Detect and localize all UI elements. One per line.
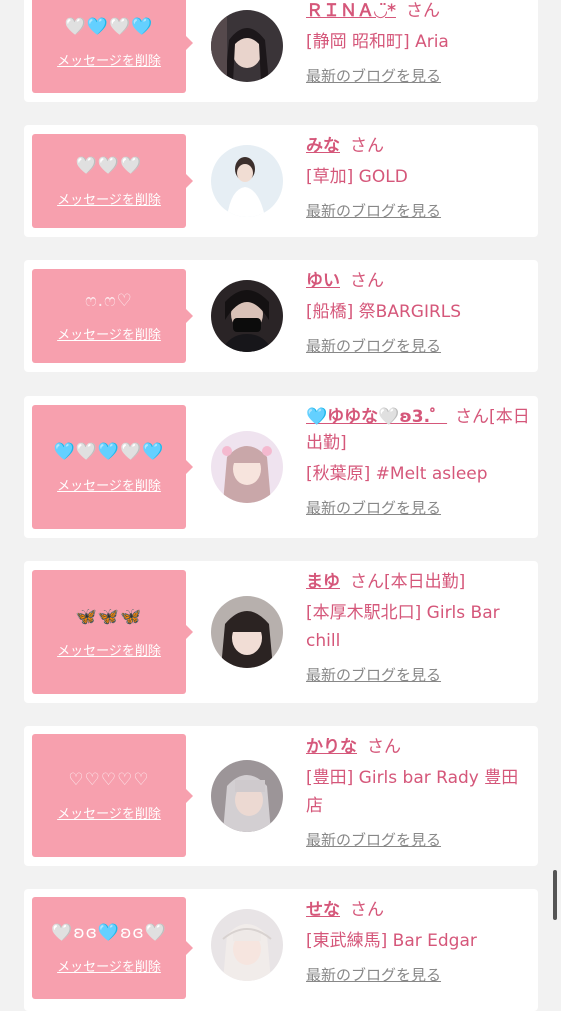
- shop-name: [豊田] Girls bar Rady 豊田店: [306, 768, 519, 816]
- message-bubble: 🦋🦋🦋 メッセージを削除: [32, 570, 193, 694]
- shop-name: [静岡 昭和町] Aria: [306, 32, 449, 52]
- latest-blog-link[interactable]: 最新のブログを見る: [306, 335, 441, 357]
- message-bubble: 🤍🤍🤍 メッセージを削除: [32, 134, 193, 228]
- girl-name-link[interactable]: せな: [306, 900, 340, 920]
- list-item: 🤍ʚɞ🩵ʚɞ🤍 メッセージを削除 せな さん [東武練馬] Bar Edgar 最…: [24, 889, 538, 1011]
- entry-info: せな さん [東武練馬] Bar Edgar 最新のブログを見る: [306, 897, 532, 986]
- girl-name-link[interactable]: みな: [306, 136, 340, 156]
- message-text: 🤍🩵🤍🩵: [64, 17, 154, 37]
- shop-name: [船橋] 祭BARGIRLS: [306, 302, 462, 322]
- message-text: 🤍ʚɞ🩵ʚɞ🤍: [51, 922, 167, 943]
- message-text: 🦋🦋🦋: [75, 606, 143, 627]
- entry-info: まゆ さん[本日出勤] [本厚木駅北口] Girls Bar chill 最新のブ…: [306, 569, 532, 686]
- list-item: ♡♡♡♡♡ メッセージを削除 かりな さん [豊田] Girls bar Rady…: [24, 726, 538, 866]
- girl-name-link[interactable]: ＲＩＮＡ◡̈*: [306, 1, 396, 21]
- entry-info: みな さん [草加] GOLD 最新のブログを見る: [306, 133, 532, 222]
- message-bubble: 🤍🩵🤍🩵 メッセージを削除: [32, 0, 193, 93]
- scrollbar[interactable]: [553, 870, 557, 920]
- girl-name-link[interactable]: ゆい: [306, 271, 340, 291]
- list-item: ෆ.ෆ♡ メッセージを削除 ゆい さん [船橋] 祭BARGIRLS 最新のブログ…: [24, 260, 538, 372]
- message-text: ♡♡♡♡♡: [68, 770, 150, 790]
- delete-message-link[interactable]: メッセージを削除: [57, 640, 161, 659]
- delete-message-link[interactable]: メッセージを削除: [57, 956, 161, 975]
- list-item: 🦋🦋🦋 メッセージを削除 まゆ さん[本日出勤] [本厚木駅北口] Girls B…: [24, 561, 538, 703]
- delete-message-link[interactable]: メッセージを削除: [57, 50, 161, 69]
- message-text: 🤍🤍🤍: [75, 155, 143, 176]
- girl-name-link[interactable]: 🩵ゆゆな🤍ʚ3.゜: [306, 407, 447, 427]
- girl-name-link[interactable]: まゆ: [306, 572, 340, 592]
- message-text: 🩵🤍🩵🤍🩵: [53, 441, 165, 462]
- entry-info: 🩵ゆゆな🤍ʚ3.゜ さん[本日出勤] [秋葉原] #Melt asleep 最新の…: [306, 404, 532, 519]
- avatar[interactable]: [211, 596, 283, 668]
- latest-blog-link[interactable]: 最新のブログを見る: [306, 664, 441, 686]
- shop-name: [秋葉原] #Melt asleep: [306, 464, 488, 484]
- delete-message-link[interactable]: メッセージを削除: [57, 324, 161, 343]
- delete-message-link[interactable]: メッセージを削除: [57, 803, 161, 822]
- delete-message-link[interactable]: メッセージを削除: [57, 475, 161, 494]
- shop-name: [草加] GOLD: [306, 167, 408, 187]
- shop-name: [東武練馬] Bar Edgar: [306, 931, 477, 951]
- list-item: 🩵🤍🩵🤍🩵 メッセージを削除 🩵ゆゆな🤍ʚ3.゜ さん[本日出勤] [秋葉原] #…: [24, 396, 538, 538]
- honorific: さん: [350, 271, 384, 291]
- avatar[interactable]: [211, 10, 283, 82]
- avatar[interactable]: [211, 909, 283, 981]
- delete-message-link[interactable]: メッセージを削除: [57, 189, 161, 208]
- entry-info: かりな さん [豊田] Girls bar Rady 豊田店 最新のブログを見る: [306, 734, 532, 851]
- avatar[interactable]: [211, 145, 283, 217]
- honorific: さん[本日出勤]: [350, 572, 466, 592]
- avatar[interactable]: [211, 760, 283, 832]
- latest-blog-link[interactable]: 最新のブログを見る: [306, 497, 441, 519]
- girl-name-link[interactable]: かりな: [306, 737, 357, 757]
- honorific: さん: [350, 900, 384, 920]
- message-bubble: 🩵🤍🩵🤍🩵 メッセージを削除: [32, 405, 193, 529]
- honorific: さん: [405, 1, 440, 21]
- message-bubble: 🤍ʚɞ🩵ʚɞ🤍 メッセージを削除: [32, 897, 193, 999]
- avatar[interactable]: [211, 431, 283, 503]
- entry-info: ＲＩＮＡ◡̈* さん [静岡 昭和町] Aria 最新のブログを見る: [306, 0, 532, 87]
- latest-blog-link[interactable]: 最新のブログを見る: [306, 200, 441, 222]
- honorific: さん: [350, 136, 384, 156]
- message-bubble: ♡♡♡♡♡ メッセージを削除: [32, 734, 193, 857]
- entry-info: ゆい さん [船橋] 祭BARGIRLS 最新のブログを見る: [306, 268, 532, 357]
- latest-blog-link[interactable]: 最新のブログを見る: [306, 964, 441, 986]
- shop-name: [本厚木駅北口] Girls Bar chill: [306, 603, 500, 651]
- honorific: さん: [367, 737, 401, 757]
- list-item: 🤍🩵🤍🩵 メッセージを削除 ＲＩＮＡ◡̈* さん [静岡 昭和町] Aria 最新…: [24, 0, 538, 102]
- latest-blog-link[interactable]: 最新のブログを見る: [306, 829, 441, 851]
- latest-blog-link[interactable]: 最新のブログを見る: [306, 65, 441, 87]
- message-bubble: ෆ.ෆ♡ メッセージを削除: [32, 269, 193, 363]
- list-item: 🤍🤍🤍 メッセージを削除 みな さん [草加] GOLD 最新のブログを見る: [24, 125, 538, 237]
- avatar[interactable]: [211, 280, 283, 352]
- message-text: ෆ.ෆ♡: [85, 290, 133, 311]
